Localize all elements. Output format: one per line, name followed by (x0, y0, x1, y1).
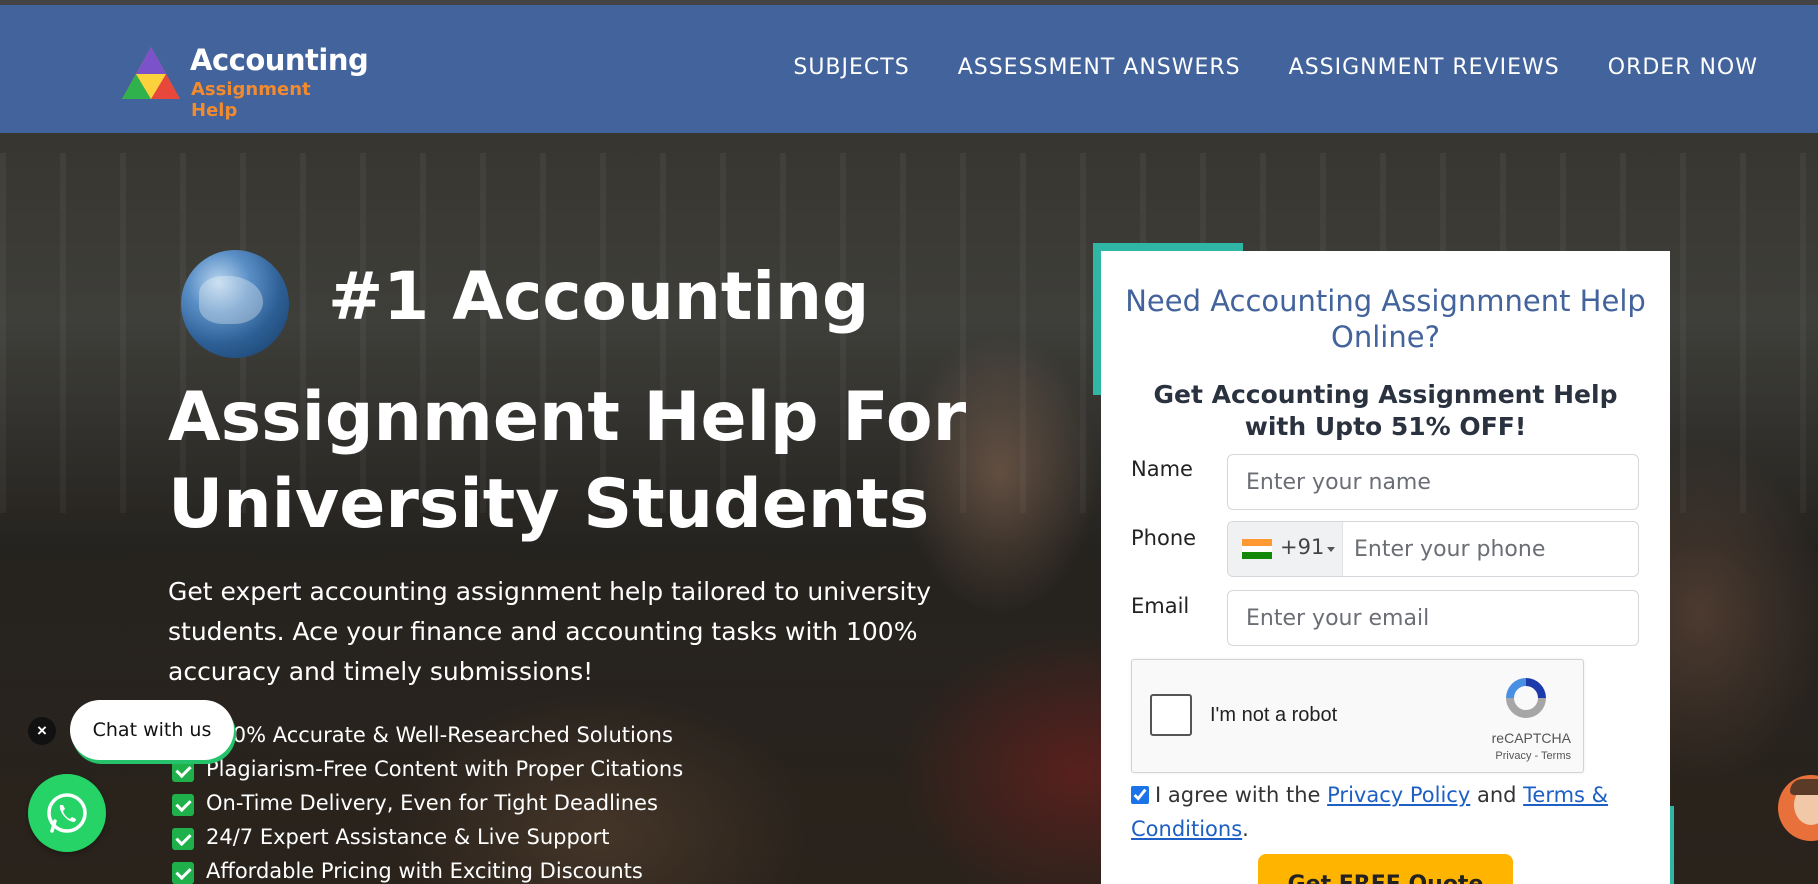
feature-item: 24/7 Expert Assistance & Live Support (172, 822, 683, 856)
hero-title-line-2: Assignment Help For (168, 378, 967, 457)
agree-checkbox[interactable] (1131, 786, 1149, 804)
whatsapp-icon (47, 793, 87, 833)
privacy-policy-link[interactable]: Privacy Policy (1327, 783, 1470, 807)
recaptcha-links[interactable]: Privacy - Terms (1495, 750, 1571, 762)
nav-order-now[interactable]: ORDER NOW (1608, 55, 1758, 80)
recaptcha-brand: reCAPTCHA (1491, 730, 1571, 746)
phone-field[interactable] (1346, 522, 1636, 576)
nav-subjects[interactable]: SUBJECTS (793, 55, 909, 80)
recaptcha-widget: I'm not a robot reCAPTCHA Privacy - Term… (1131, 659, 1584, 773)
phone-field-group: +91 (1227, 521, 1639, 577)
nav-assignment-reviews[interactable]: ASSIGNMENT REVIEWS (1289, 55, 1560, 80)
form-title: Need Accounting Assignmnent Help Online? (1125, 284, 1646, 354)
email-label: Email (1131, 594, 1190, 618)
feature-item: 100% Accurate & Well-Researched Solution… (172, 720, 683, 754)
recaptcha-icon (1506, 678, 1546, 718)
check-icon (172, 862, 194, 884)
form-subtitle: Get Accounting Assignment Help with Upto… (1153, 380, 1618, 441)
quote-form: Need Accounting Assignmnent Help Online?… (1101, 251, 1670, 884)
logo-subtitle: Assignment Help (191, 79, 311, 121)
email-field[interactable] (1227, 590, 1639, 646)
chat-close-icon[interactable]: × (28, 717, 56, 745)
india-flag-icon (1242, 539, 1272, 559)
phone-label: Phone (1131, 526, 1197, 550)
hero-title-line-3: University Students (168, 465, 930, 544)
logo-title: Accounting (190, 43, 369, 77)
chevron-down-icon (1327, 547, 1335, 552)
check-icon (172, 760, 194, 782)
feature-item: On-Time Delivery, Even for Tight Deadlin… (172, 788, 683, 822)
get-free-quote-button[interactable]: Get FREE Quote (1258, 854, 1513, 884)
whatsapp-button[interactable] (28, 774, 106, 852)
check-icon (172, 828, 194, 850)
check-icon (172, 794, 194, 816)
main-nav: SUBJECTS ASSESSMENT ANSWERS ASSIGNMENT R… (793, 55, 1758, 80)
feature-list: 100% Accurate & Well-Researched Solution… (172, 720, 683, 884)
site-logo[interactable]: Accounting Assignment Help (122, 43, 369, 121)
terms-agreement: I agree with the Privacy Policy and Term… (1131, 783, 1609, 841)
logo-mark-icon (122, 47, 180, 99)
chat-with-us-bubble[interactable]: Chat with us (70, 700, 234, 760)
name-label: Name (1131, 457, 1193, 481)
name-field[interactable] (1227, 454, 1639, 510)
country-code-select[interactable]: +91 (1228, 522, 1343, 576)
globe-icon (181, 250, 289, 358)
nav-assessment-answers[interactable]: ASSESSMENT ANSWERS (958, 55, 1241, 80)
feature-item: Plagiarism-Free Content with Proper Cita… (172, 754, 683, 788)
feature-item: Affordable Pricing with Exciting Discoun… (172, 856, 683, 884)
recaptcha-checkbox[interactable] (1150, 694, 1192, 736)
country-code: +91 (1280, 535, 1325, 559)
recaptcha-label: I'm not a robot (1210, 704, 1338, 726)
hero-title-line-1: #1 Accounting (328, 258, 870, 335)
site-header: Accounting Assignment Help SUBJECTS ASSE… (0, 5, 1818, 133)
hero-lead-text: Get expert accounting assignment help ta… (168, 577, 932, 686)
